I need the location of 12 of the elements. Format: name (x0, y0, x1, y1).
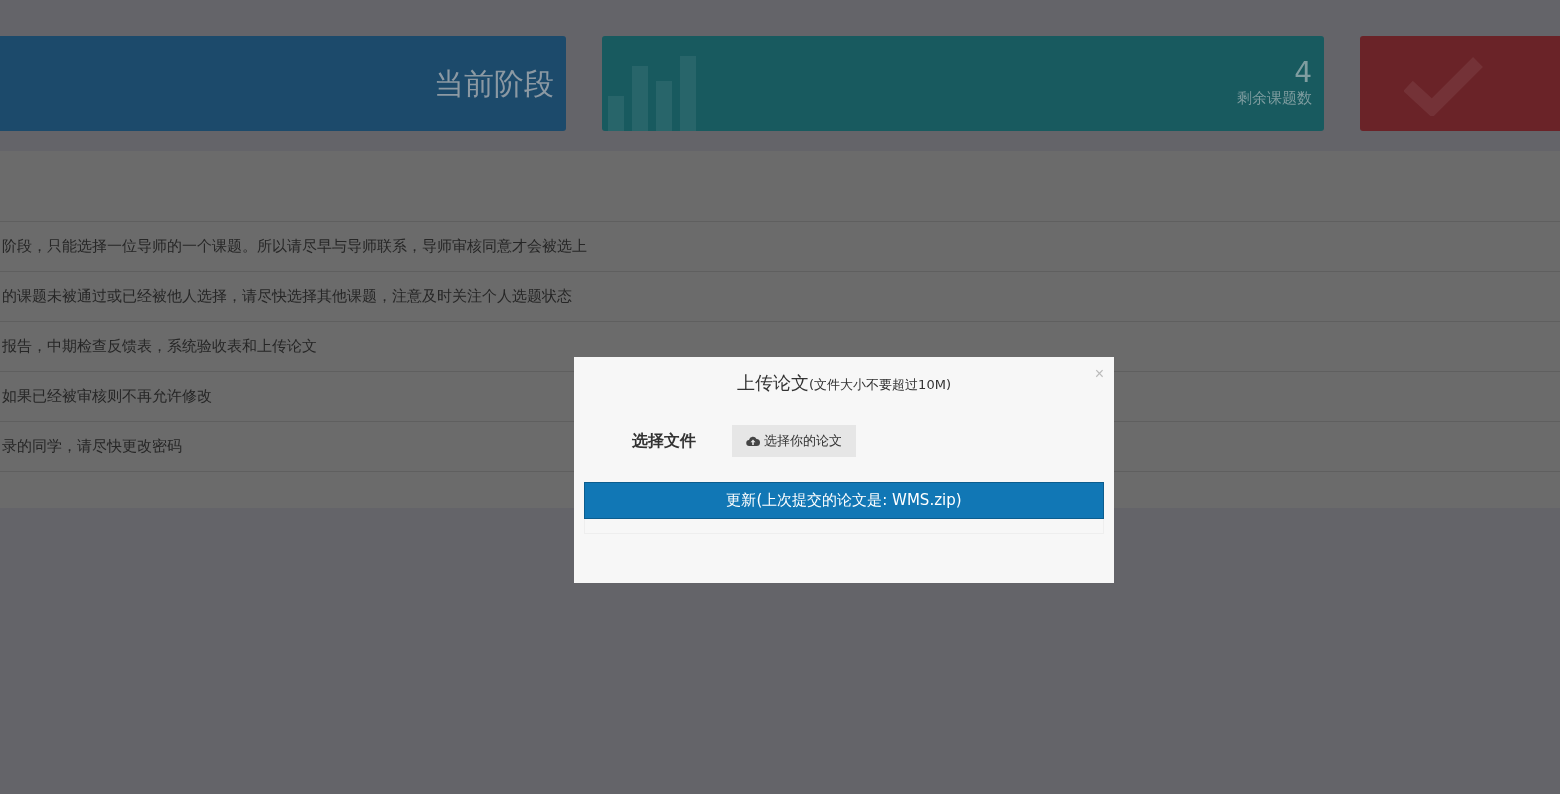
file-label: 选择文件 (632, 430, 696, 452)
card-title: 当前阶段 (434, 65, 554, 102)
notice-text: 报告，中期检查反馈表，系统验收表和上传论文 (2, 337, 317, 356)
notice-text: 录的同学，请尽快更改密码 (2, 437, 182, 456)
update-button[interactable]: 更新(上次提交的论文是: WMS.zip) (584, 482, 1104, 519)
notice-text: 的课题未被通过或已经被他人选择，请尽快选择其他课题，注意及时关注个人选题状态 (2, 287, 572, 306)
card-value: 4 (1294, 58, 1312, 90)
dialog-title: 上传论文(文件大小不要超过10M) (737, 371, 951, 395)
card-title: 剩余课题数 (1237, 89, 1312, 109)
choose-file-button[interactable]: 选择你的论文 (732, 425, 856, 457)
cloud-upload-icon (746, 435, 760, 447)
notice-text: 如果已经被审核则不再允许修改 (2, 387, 212, 406)
